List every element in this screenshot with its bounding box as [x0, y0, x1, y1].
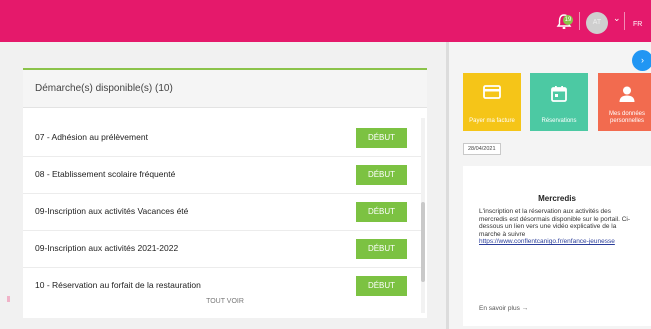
procedure-label: 08 - Etablissement scolaire fréquenté: [35, 169, 176, 179]
news-title: Mercredis: [538, 194, 576, 203]
procedure-row: 09-Inscription aux activités 2021-2022 D…: [23, 231, 421, 268]
procedure-label: 09-Inscription aux activités 2021-2022: [35, 243, 179, 253]
start-button[interactable]: DÉBUT: [356, 239, 407, 259]
calendar-icon: [551, 86, 567, 102]
reservations-tile[interactable]: Réservations: [530, 73, 588, 131]
procedure-row: 08 - Etablissement scolaire fréquenté DÉ…: [23, 157, 421, 194]
avatar[interactable]: AT: [586, 12, 608, 34]
scrollbar-thumb[interactable]: [421, 202, 425, 282]
start-button[interactable]: DÉBUT: [356, 165, 407, 185]
credit-card-icon: [483, 85, 501, 99]
start-button[interactable]: DÉBUT: [356, 276, 407, 296]
procedure-label: 07 - Adhésion au prélèvement: [35, 132, 148, 142]
separator: [579, 12, 580, 30]
news-card: Mercredis L'inscription et la réservatio…: [463, 166, 651, 326]
chevron-down-icon[interactable]: ⌄: [613, 13, 621, 24]
procedure-row: 09-Inscription aux activités Vacances ét…: [23, 194, 421, 231]
card-header: Démarche(s) disponible(s) (10): [23, 70, 427, 108]
top-bar: 19 AT ⌄ FR: [0, 0, 651, 42]
see-all-link[interactable]: TOUT VOIR: [23, 298, 427, 305]
separator: [624, 12, 625, 30]
card-title: Démarche(s) disponible(s) (10): [35, 83, 173, 94]
tile-label: Payer ma facture: [469, 118, 515, 124]
personal-data-tile[interactable]: Mes données personnelles: [598, 73, 651, 131]
news-link[interactable]: https://www.conflentcanigo.fr/enfance-je…: [479, 238, 615, 245]
news-text: L'inscription et la réservation aux acti…: [479, 208, 631, 238]
procedure-row: 07 - Adhésion au prélèvement DÉBUT: [23, 120, 421, 157]
read-more-link[interactable]: En savoir plus →: [479, 305, 528, 312]
tile-label: Réservations: [541, 118, 577, 124]
start-button[interactable]: DÉBUT: [356, 202, 407, 222]
date-badge: 28/04/2021: [463, 143, 501, 155]
procedures-card: Démarche(s) disponible(s) (10) 07 - Adhé…: [23, 68, 427, 318]
language-selector[interactable]: FR: [633, 21, 642, 28]
notification-badge: 19: [563, 15, 573, 25]
procedure-label: 10 - Réservation au forfait de la restau…: [35, 280, 201, 290]
pay-invoice-tile[interactable]: Payer ma facture: [463, 73, 521, 131]
procedure-label: 09-Inscription aux activités Vacances ét…: [35, 206, 189, 216]
user-icon: [619, 86, 635, 102]
chevron-right-icon[interactable]: ›: [632, 50, 651, 71]
tile-label: Mes données personnelles: [608, 111, 646, 124]
news-body: L'inscription et la réservation aux acti…: [479, 208, 639, 246]
decoration: [7, 296, 10, 302]
start-button[interactable]: DÉBUT: [356, 128, 407, 148]
